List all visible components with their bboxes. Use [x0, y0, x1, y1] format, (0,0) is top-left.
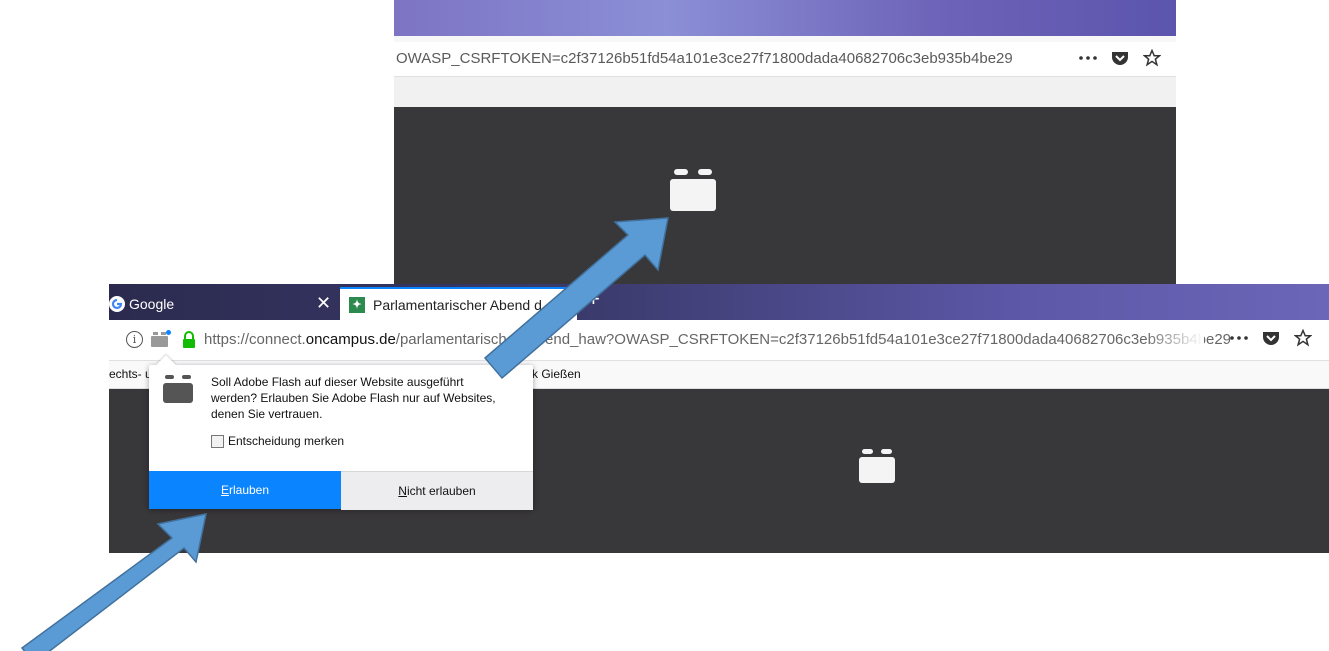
plugin-permission-icon[interactable] [151, 330, 171, 348]
info-icon[interactable]: i [126, 331, 143, 348]
star-icon[interactable] [1142, 48, 1162, 68]
flash-permission-popup: Soll Adobe Flash auf dieser Website ausg… [149, 355, 533, 510]
url-actions [1229, 328, 1313, 348]
url-bar[interactable]: OWASP_CSRFTOKEN=c2f37126b51fd54a101e3ce2… [394, 42, 1176, 77]
url-fade [1144, 320, 1204, 360]
url-fade [1009, 42, 1069, 76]
pocket-icon[interactable] [1110, 48, 1130, 68]
remember-decision-row[interactable]: Entscheidung merken [211, 434, 344, 448]
new-tab-button[interactable]: + [587, 286, 600, 312]
close-icon[interactable]: ✕ [316, 293, 331, 314]
tab-label: Google [129, 296, 175, 312]
popup-message: Soll Adobe Flash auf dieser Website ausg… [211, 375, 496, 421]
star-icon[interactable] [1293, 328, 1313, 348]
title-bar [394, 0, 1176, 36]
tab-google[interactable]: Google ✕ [109, 288, 337, 320]
bookmark-item[interactable]: k Gießen [532, 367, 581, 381]
google-icon [109, 296, 125, 312]
url-text: https://connect.oncampus.de/parlamentari… [204, 331, 1232, 348]
top-browser-screenshot: OWASP_CSRFTOKEN=c2f37126b51fd54a101e3ce2… [394, 0, 1176, 284]
plugin-content-area [394, 107, 1176, 284]
site-favicon-icon: ✦ [349, 297, 365, 313]
allow-button-label: Erlauben [220, 483, 270, 497]
lock-icon[interactable] [181, 331, 197, 348]
deny-button[interactable]: Nicht erlauben [341, 471, 533, 510]
plugin-icon[interactable] [859, 449, 895, 483]
tab-label: Parlamentarischer Abend d [373, 297, 542, 313]
bookmark-item[interactable]: echts- u [109, 367, 152, 381]
url-actions [1078, 48, 1162, 68]
url-text: OWASP_CSRFTOKEN=c2f37126b51fd54a101e3ce2… [396, 50, 1013, 67]
remember-decision-label: Entscheidung merken [228, 434, 345, 448]
plugin-icon [163, 375, 193, 403]
deny-button-label: Nicht erlauben [398, 484, 476, 498]
toolbar-strip [394, 77, 1176, 107]
remember-decision-checkbox[interactable] [211, 434, 224, 448]
more-icon[interactable] [1229, 328, 1249, 348]
pocket-icon[interactable] [1261, 328, 1281, 348]
allow-button[interactable]: Erlauben [149, 471, 341, 509]
tab-parlamentarischer-abend[interactable]: ✦ Parlamentarischer Abend d [340, 287, 577, 322]
url-bar[interactable]: i https://connect.oncampus.de/parlamenta… [109, 320, 1329, 361]
more-icon[interactable] [1078, 48, 1098, 68]
plugin-icon[interactable] [670, 169, 716, 213]
